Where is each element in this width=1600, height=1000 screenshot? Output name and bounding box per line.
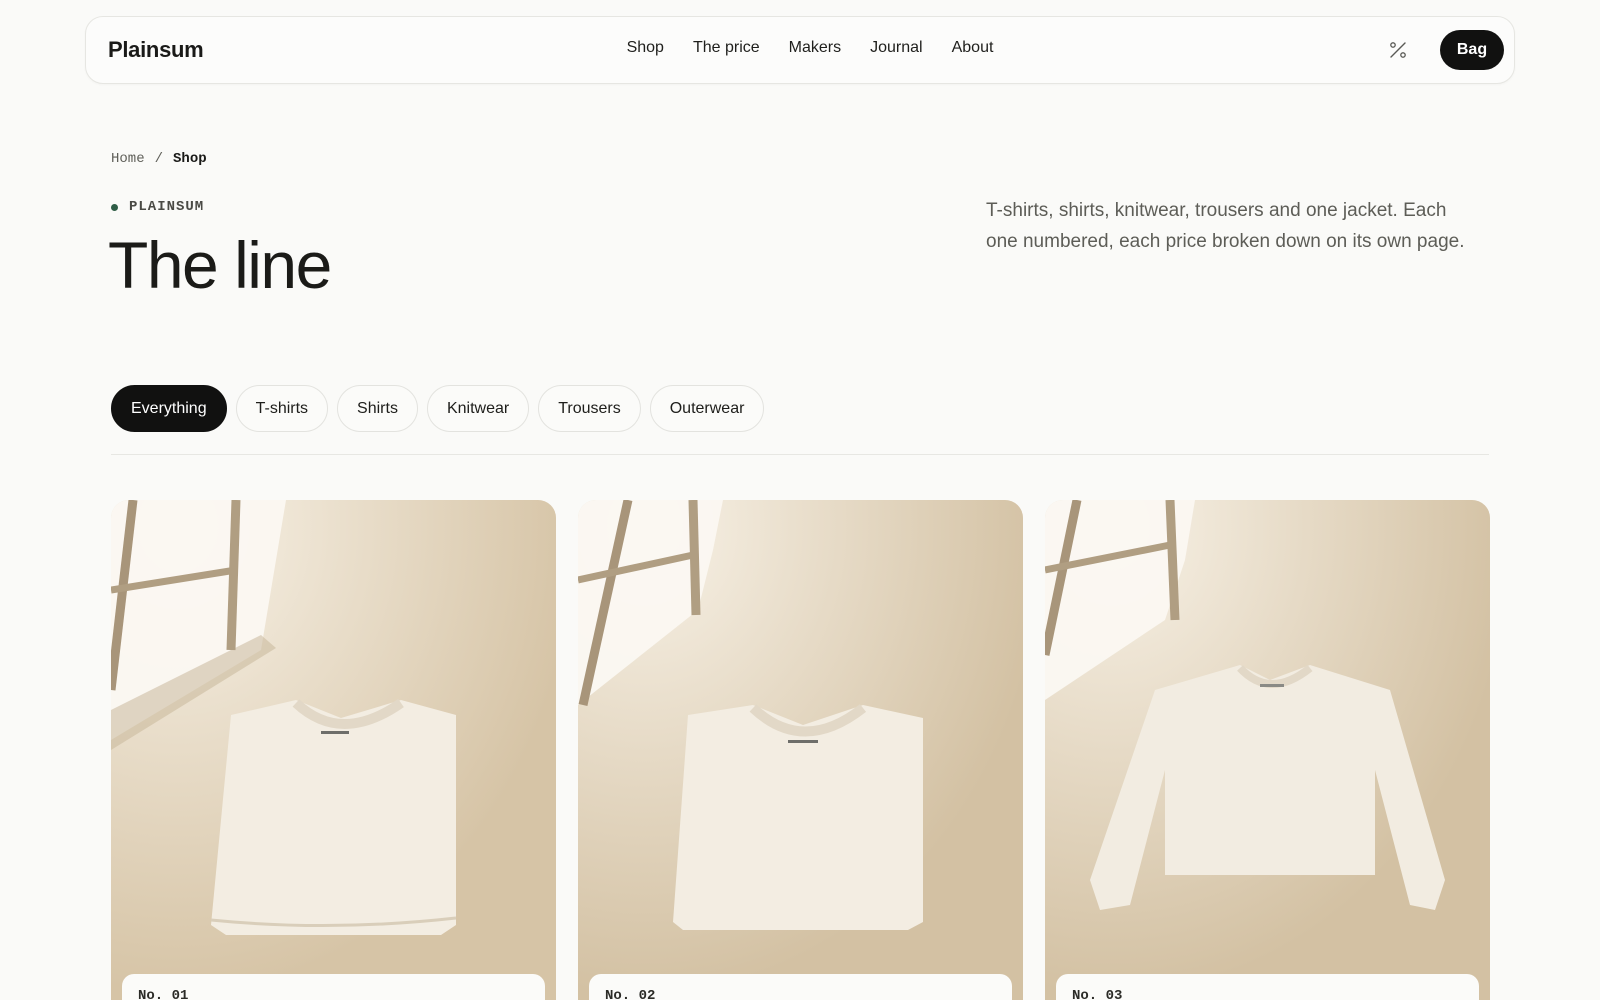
category-filters: Everything T-shirts Shirts Knitwear Trou… bbox=[111, 385, 765, 432]
nav-shop[interactable]: Shop bbox=[627, 39, 664, 57]
product-card[interactable]: No. 02 bbox=[578, 500, 1023, 1000]
breadcrumb-current: Shop bbox=[173, 151, 207, 167]
nav-the-price[interactable]: The price bbox=[693, 39, 760, 57]
folded-tshirt-image bbox=[111, 500, 556, 1000]
page-title: The line bbox=[108, 228, 332, 302]
breadcrumb-home[interactable]: Home bbox=[111, 151, 145, 167]
breadcrumb: Home / Shop bbox=[111, 151, 207, 167]
nav-makers[interactable]: Makers bbox=[789, 39, 841, 57]
filter-divider bbox=[111, 454, 1489, 455]
intro-text: T-shirts, shirts, knitwear, trousers and… bbox=[986, 200, 1465, 252]
product-card[interactable]: No. 01 bbox=[111, 500, 556, 1000]
product-number: No. 01 bbox=[138, 988, 189, 1000]
product-card[interactable]: No. 03 bbox=[1045, 500, 1490, 1000]
eyebrow-label: PLAINSUM bbox=[129, 199, 205, 215]
filter-everything[interactable]: Everything bbox=[111, 385, 227, 432]
main-nav: Shop The price Makers Journal About bbox=[86, 39, 1514, 57]
filter-t-shirts[interactable]: T-shirts bbox=[235, 385, 329, 432]
product-tag: No. 02 bbox=[589, 974, 1012, 1000]
product-tag: No. 01 bbox=[122, 974, 545, 1000]
longsleeve-tshirt-image bbox=[1045, 500, 1490, 1000]
site-header: Plainsum Shop The price Makers Journal A… bbox=[85, 16, 1515, 84]
eyebrow-dot bbox=[111, 203, 118, 211]
bag-button[interactable]: Bag bbox=[1440, 30, 1504, 70]
folded-tshirt-image bbox=[578, 500, 1023, 1000]
filter-outerwear[interactable]: Outerwear bbox=[649, 385, 765, 432]
product-number: No. 02 bbox=[605, 988, 656, 1000]
percent-slash-icon[interactable] bbox=[1387, 39, 1409, 61]
nav-journal[interactable]: Journal bbox=[870, 39, 922, 57]
filter-knitwear[interactable]: Knitwear bbox=[426, 385, 530, 432]
eyebrow: PLAINSUM bbox=[111, 199, 204, 215]
breadcrumb-separator: / bbox=[154, 151, 164, 167]
nav-about[interactable]: About bbox=[952, 39, 994, 57]
filter-shirts[interactable]: Shirts bbox=[337, 385, 418, 432]
filter-trousers[interactable]: Trousers bbox=[538, 385, 641, 432]
product-tag: No. 03 bbox=[1056, 974, 1479, 1000]
product-number: No. 03 bbox=[1072, 988, 1123, 1000]
